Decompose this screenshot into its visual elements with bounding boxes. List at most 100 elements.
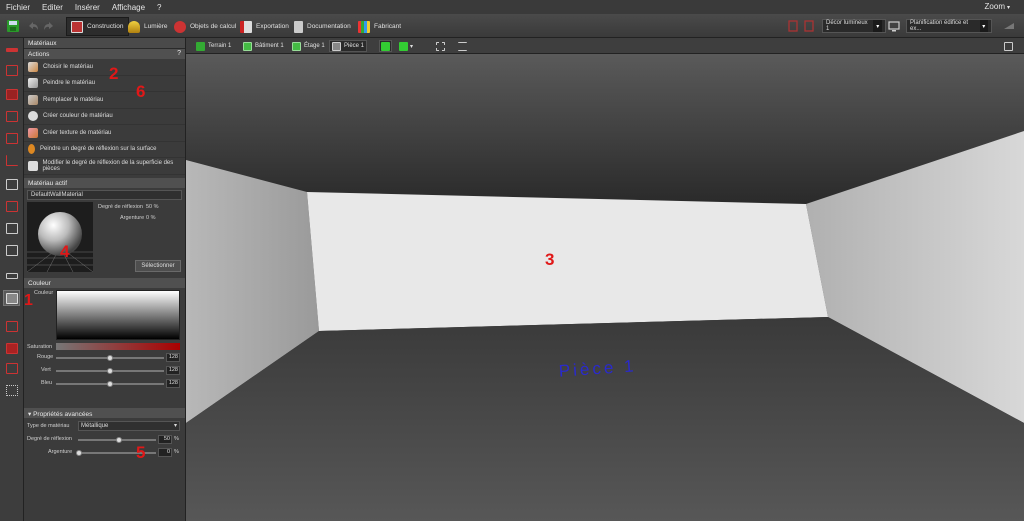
- color-picker-field[interactable]: [56, 289, 180, 340]
- adv-silver-knob[interactable]: [76, 449, 82, 456]
- fit-view-button[interactable]: [434, 40, 447, 52]
- action-label: Peindre un degré de réflexion sur la sur…: [40, 146, 157, 153]
- tool-measure[interactable]: [3, 360, 20, 376]
- active-material-area: Degré de réflexion 50 % Argenture 0 % Sé…: [24, 201, 185, 278]
- tool-door[interactable]: [3, 130, 20, 146]
- materials-icon: [5, 292, 18, 304]
- room-icon: [332, 41, 341, 51]
- tab-documentation[interactable]: Documentation: [290, 17, 355, 36]
- construction-icon: [71, 20, 83, 33]
- tab-fabricant[interactable]: Fabricant: [354, 17, 405, 36]
- crumb-etage[interactable]: Étage 1: [290, 40, 327, 52]
- green-slider-knob[interactable]: [107, 367, 113, 374]
- color-header: Couleur: [24, 277, 185, 288]
- adv-reflection-value[interactable]: 50: [158, 434, 172, 444]
- menu-editer[interactable]: Editer: [42, 3, 63, 12]
- tab-construction[interactable]: Construction: [66, 17, 129, 36]
- blue-value[interactable]: 128: [166, 378, 180, 388]
- red-label: Rouge: [37, 353, 54, 360]
- action-create-texture[interactable]: Créer texture de matériau: [24, 125, 185, 142]
- view-mode-solid[interactable]: [379, 40, 392, 52]
- brush-icon: [28, 78, 38, 89]
- viewport-monitor-button[interactable]: [1002, 40, 1015, 52]
- back-wall[interactable]: [307, 192, 828, 331]
- menu-fichier[interactable]: Fichier: [6, 3, 30, 12]
- advanced-section: Type de matériau Métallique ▾ Degré de r…: [24, 418, 185, 462]
- action-create-color[interactable]: Créer couleur de matériau: [24, 109, 185, 125]
- monitor-icon[interactable]: [887, 19, 901, 33]
- undo-icon[interactable]: [26, 19, 40, 33]
- column-icon: [5, 178, 18, 190]
- material-name-field[interactable]: DefaultWallMaterial: [27, 189, 182, 200]
- scene-light-icon-b[interactable]: [802, 19, 816, 33]
- advanced-header[interactable]: ▾ Propriétés avancées: [24, 407, 185, 418]
- tool-furniture[interactable]: [3, 242, 20, 258]
- tool-roof[interactable]: [3, 198, 20, 214]
- replace-icon: [28, 94, 38, 105]
- action-choose-material[interactable]: Choisir le matériau: [24, 59, 185, 76]
- annotation-4: 4: [60, 242, 70, 261]
- panel-toggle-icon[interactable]: [1002, 19, 1016, 33]
- select-material-button[interactable]: Sélectionner: [135, 259, 181, 272]
- menu-affichage[interactable]: Affichage: [112, 3, 145, 12]
- tool-materials[interactable]: [3, 290, 20, 306]
- actions-header-label: Actions: [28, 51, 50, 58]
- action-modify-reflection[interactable]: Modifier le degré de réflexion de la sup…: [24, 158, 185, 175]
- blue-slider-knob[interactable]: [107, 380, 113, 387]
- reflection-paint-icon: [28, 144, 35, 155]
- lamp-icon: [128, 20, 140, 33]
- crumb-terrain[interactable]: Terrain 1: [194, 40, 233, 52]
- tool-paint[interactable]: [3, 318, 20, 334]
- zoom-menu[interactable]: Zoom: [985, 2, 1010, 11]
- tool-stairs[interactable]: [3, 152, 20, 168]
- crumb-label: Terrain 1: [208, 43, 232, 49]
- replace-icon: [5, 342, 18, 354]
- action-paint-material[interactable]: Peindre le matériau: [24, 76, 185, 92]
- tool-wall[interactable]: [3, 42, 20, 58]
- chevron-down-icon: ▾: [979, 20, 988, 32]
- fit-width-button[interactable]: [456, 40, 469, 52]
- action-replace-material[interactable]: Remplacer le matériau: [24, 92, 185, 109]
- material-type-select[interactable]: Métallique ▾: [78, 420, 180, 431]
- scene-light-icon-a[interactable]: [786, 19, 800, 33]
- tool-room[interactable]: [3, 62, 20, 78]
- tab-objets-calcul[interactable]: Objets de calcul: [170, 17, 240, 36]
- tool-dimensions[interactable]: [3, 382, 20, 398]
- red-value[interactable]: 128: [166, 352, 180, 362]
- saturation-slider[interactable]: [56, 342, 180, 350]
- solid-view-icon: [381, 41, 390, 51]
- crumb-piece[interactable]: Pièce 1: [329, 40, 368, 52]
- adv-reflection-knob[interactable]: [116, 436, 122, 443]
- action-label: Modifier le degré de réflexion de la sup…: [42, 159, 174, 172]
- save-icon[interactable]: [6, 19, 20, 33]
- scene-dropdown[interactable]: Décor lumineux 1 ▾: [822, 19, 886, 33]
- tool-ceiling[interactable]: [3, 220, 20, 236]
- planning-dropdown[interactable]: Planification édifice et ex... ▾: [906, 19, 992, 33]
- red-slider-knob[interactable]: [107, 354, 113, 361]
- color-label: Couleur: [34, 289, 54, 296]
- paint-icon: [5, 320, 18, 332]
- adv-silver-value[interactable]: 0: [158, 447, 172, 457]
- action-paint-reflection[interactable]: Peindre un degré de réflexion sur la sur…: [24, 142, 185, 158]
- menu-inserer[interactable]: Insérer: [75, 3, 100, 12]
- annotation-3: 3: [545, 250, 555, 269]
- tool-window[interactable]: [3, 108, 20, 124]
- view-mode-plan[interactable]: ▾: [397, 40, 415, 52]
- redo-icon[interactable]: [42, 19, 56, 33]
- tab-lumiere[interactable]: Lumière: [124, 17, 171, 36]
- help-icon[interactable]: ?: [177, 50, 181, 57]
- tool-replace[interactable]: [3, 340, 20, 356]
- adv-reflection-label: Degré de réflexion: [27, 435, 72, 442]
- tab-exportation[interactable]: Exportation: [236, 17, 293, 36]
- menu-help[interactable]: ?: [157, 3, 161, 12]
- crumb-batiment[interactable]: Bâtiment 1: [241, 40, 286, 52]
- texture-icon: [28, 127, 38, 138]
- crumb-label: Étage 1: [304, 43, 325, 49]
- tool-table[interactable]: [3, 268, 20, 284]
- tool-level[interactable]: [3, 86, 20, 102]
- tool-column[interactable]: [3, 176, 20, 192]
- 3d-viewport[interactable]: Pièce 1: [186, 54, 1024, 521]
- percent-sign: %: [174, 448, 179, 455]
- chevron-down-icon: ▾: [410, 43, 414, 50]
- green-value[interactable]: 128: [166, 365, 180, 375]
